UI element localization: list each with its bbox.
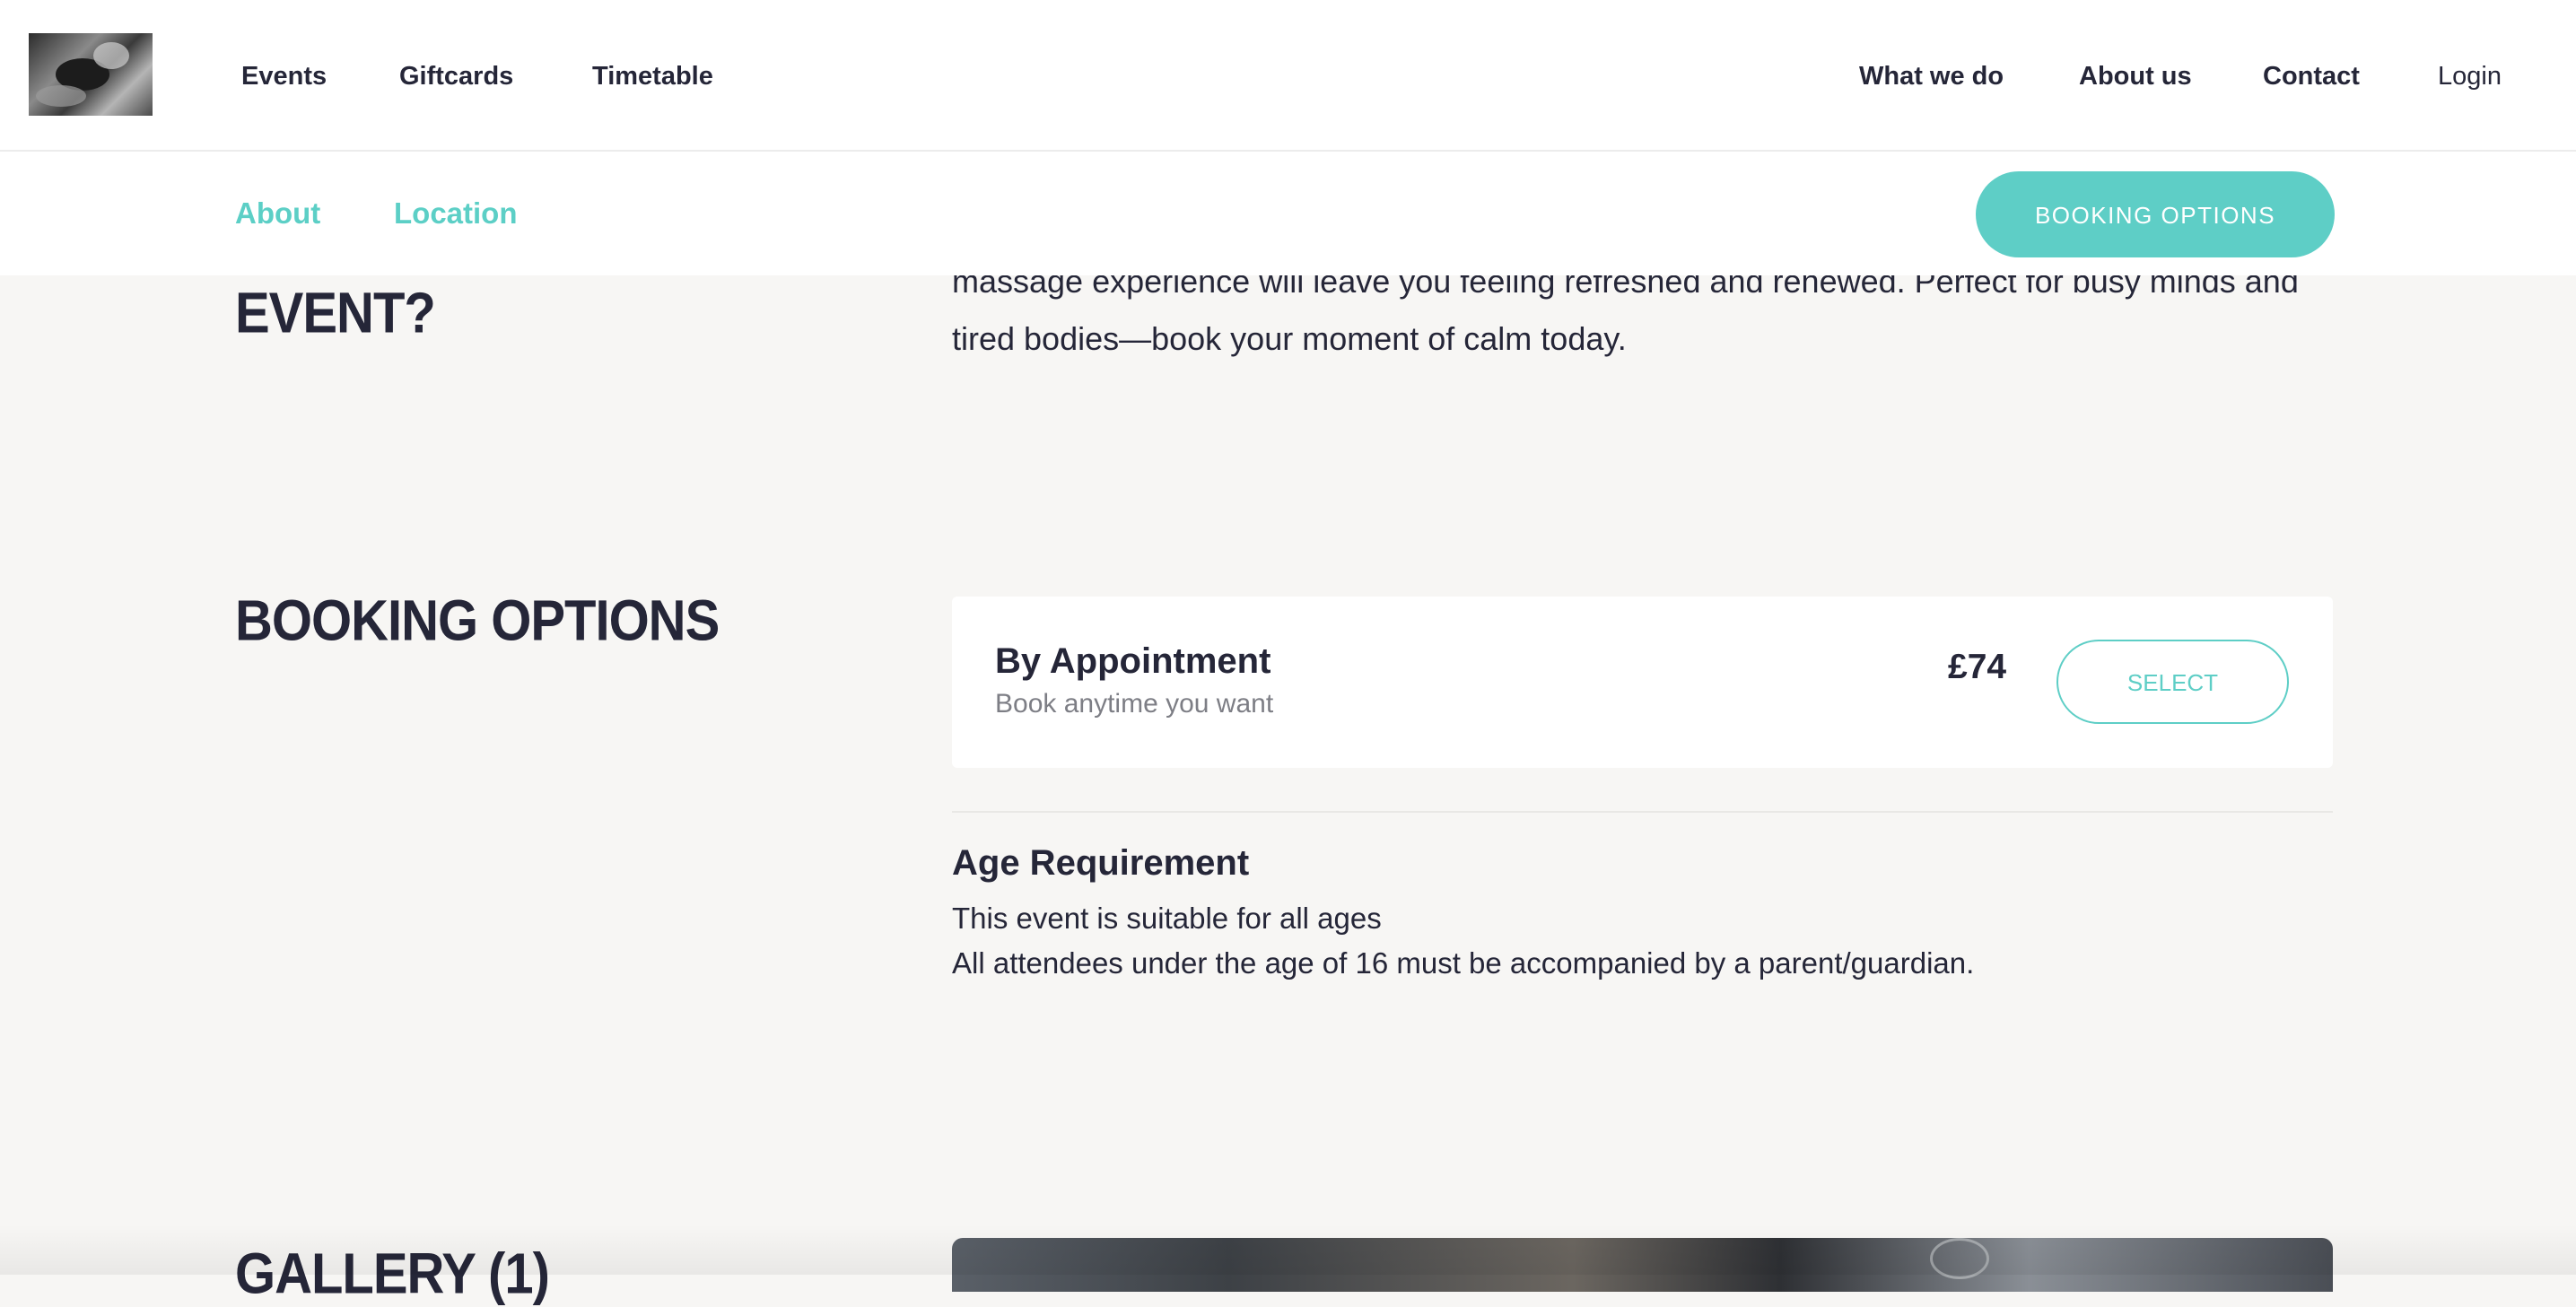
booking-option-card: By Appointment Book anytime you want £74… xyxy=(952,597,2333,768)
intro-heading: EVENT? xyxy=(235,281,436,345)
nav-giftcards-link[interactable]: Giftcards xyxy=(399,56,513,97)
age-requirement-line-1: This event is suitable for all ages xyxy=(952,902,1382,935)
booking-options-heading: BOOKING OPTIONS xyxy=(235,588,720,653)
site-logo[interactable] xyxy=(29,33,153,116)
nav-timetable-link[interactable]: Timetable xyxy=(592,56,713,97)
top-navigation: Events Giftcards Timetable What we do Ab… xyxy=(0,0,2576,152)
subnav-about-link[interactable]: About xyxy=(235,194,320,233)
nav-about-us-link[interactable]: About us xyxy=(2079,56,2192,97)
gallery-heading: GALLERY (1) xyxy=(235,1242,550,1306)
nav-events-link[interactable]: Events xyxy=(241,56,327,97)
gallery-image-detail xyxy=(1930,1238,1989,1279)
nav-contact-link[interactable]: Contact xyxy=(2263,56,2360,97)
gallery-image[interactable] xyxy=(952,1238,2333,1292)
booking-options-button[interactable]: BOOKING OPTIONS xyxy=(1976,171,2335,257)
intro-text-line-2: tired bodies—book your moment of calm to… xyxy=(952,320,1627,357)
select-button[interactable]: SELECT xyxy=(2056,640,2289,724)
subnav-location-link[interactable]: Location xyxy=(394,194,518,233)
event-subnav: About Location BOOKING OPTIONS xyxy=(0,152,2576,275)
nav-what-we-do-link[interactable]: What we do xyxy=(1859,56,2004,97)
option-subtitle: Book anytime you want xyxy=(995,689,1274,719)
option-price: £74 xyxy=(1948,648,2007,686)
nav-login-link[interactable]: Login xyxy=(2438,56,2502,97)
age-requirement-line-2: All attendees under the age of 16 must b… xyxy=(952,946,1975,980)
age-requirement-title: Age Requirement xyxy=(952,843,1250,883)
option-title: By Appointment xyxy=(995,641,1271,681)
section-divider xyxy=(952,811,2333,813)
